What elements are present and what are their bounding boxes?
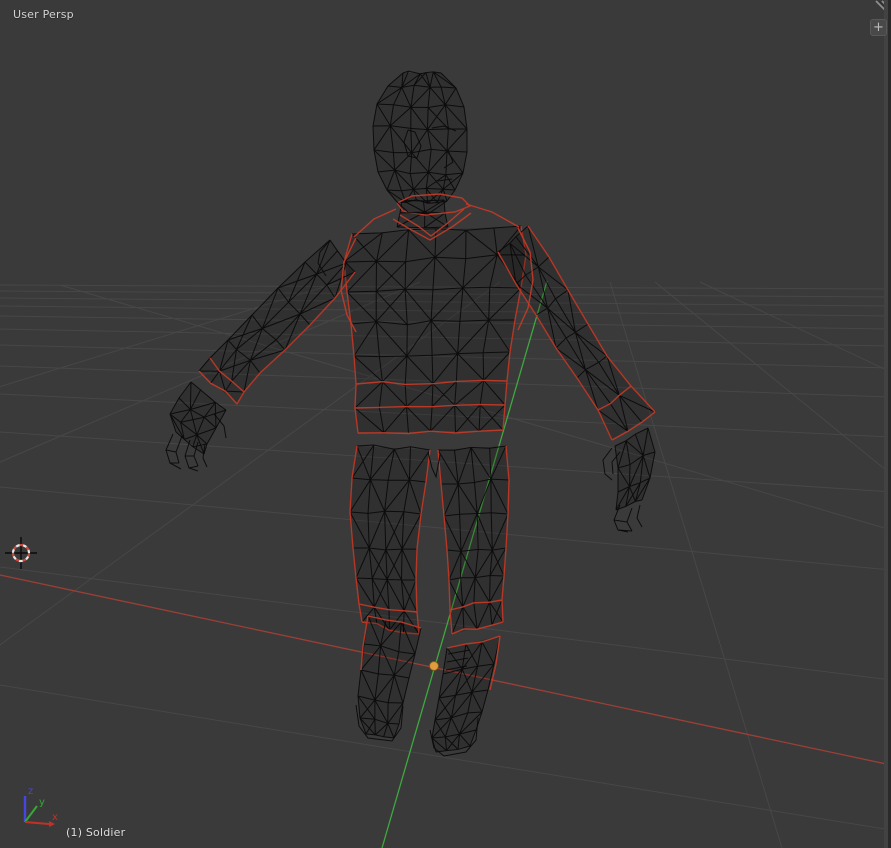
svg-text:y: y: [39, 797, 45, 808]
object-origin-point: [429, 661, 439, 671]
svg-text:z: z: [28, 786, 33, 797]
3d-cursor: [5, 537, 37, 569]
blender-3d-viewport[interactable]: zyx User Persp (1) Soldier +: [0, 0, 891, 848]
svg-text:x: x: [52, 812, 58, 823]
soldier-wireframe-mesh[interactable]: [165, 70, 656, 757]
expand-region-plus-icon[interactable]: +: [870, 19, 887, 36]
view-name-label: User Persp: [13, 8, 74, 21]
viewport-canvas[interactable]: zyx: [0, 0, 891, 848]
axis-orientation-gizmo: zyx: [23, 786, 58, 827]
active-object-label: (1) Soldier: [66, 826, 126, 839]
